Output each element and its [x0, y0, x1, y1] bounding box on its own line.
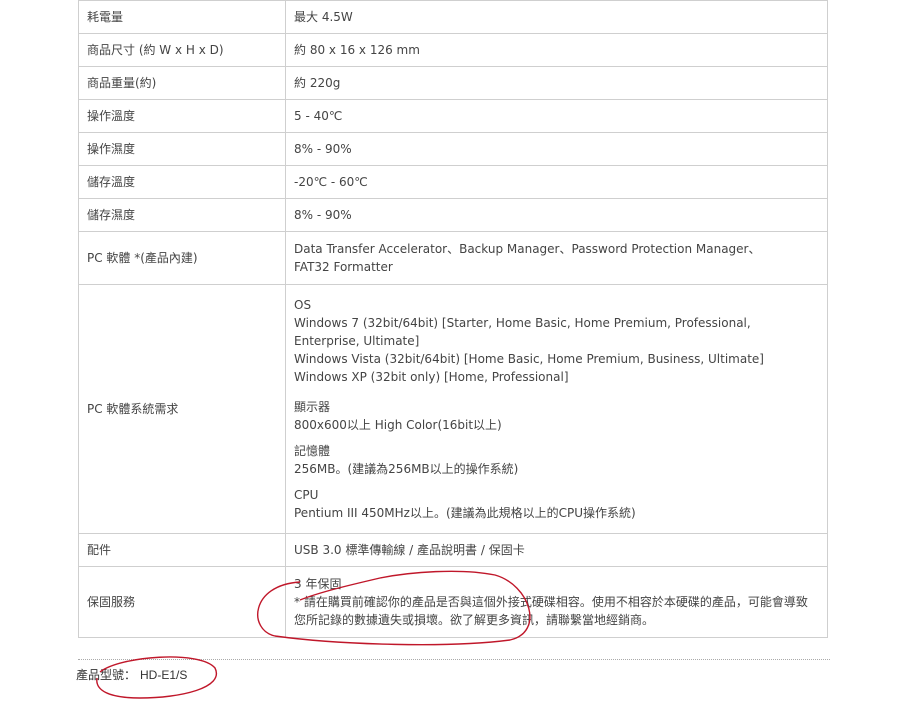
spec-value: 約 220g	[285, 66, 828, 100]
spec-value: 5 - 40℃	[285, 99, 828, 133]
os-requirements: OS Windows 7 (32bit/64bit) [Starter, Hom…	[294, 298, 764, 384]
spec-label: 配件	[78, 533, 286, 567]
product-model-label: 產品型號：	[76, 668, 137, 682]
table-row: PC 軟體系統需求 OS Windows 7 (32bit/64bit) [St…	[78, 284, 828, 534]
display-requirements: 顯示器 800x600以上 High Color(16bit以上)	[294, 400, 502, 432]
spec-value: 8% - 90%	[285, 132, 828, 166]
table-row: 儲存濕度 8% - 90%	[78, 198, 828, 232]
spec-value: 3 年保固 * 請在購買前確認你的產品是否與這個外接式硬碟相容。使用不相容於本硬…	[285, 566, 828, 638]
spec-value: OS Windows 7 (32bit/64bit) [Starter, Hom…	[285, 284, 828, 534]
table-row: 配件 USB 3.0 標準傳輸線 / 產品說明書 / 保固卡	[78, 533, 828, 567]
table-row: PC 軟體 *(產品內建) Data Transfer Accelerator、…	[78, 231, 828, 285]
spec-value: Data Transfer Accelerator、Backup Manager…	[285, 231, 828, 285]
table-row: 商品重量(約) 約 220g	[78, 66, 828, 100]
table-row: 商品尺寸 (約 W x H x D) 約 80 x 16 x 126 mm	[78, 33, 828, 67]
table-row: 操作濕度 8% - 90%	[78, 132, 828, 166]
table-row: 保固服務 3 年保固 * 請在購買前確認你的產品是否與這個外接式硬碟相容。使用不…	[78, 566, 828, 638]
spec-value: 約 80 x 16 x 126 mm	[285, 33, 828, 67]
table-row: 儲存溫度 -20℃ - 60℃	[78, 165, 828, 199]
software-list: Data Transfer Accelerator、Backup Manager…	[294, 242, 761, 274]
table-row: 耗電量 最大 4.5W	[78, 0, 828, 34]
spec-label: PC 軟體 *(產品內建)	[78, 231, 286, 285]
spec-label: 保固服務	[78, 566, 286, 638]
spec-value: 8% - 90%	[285, 198, 828, 232]
warranty-text: 3 年保固 * 請在購買前確認你的產品是否與這個外接式硬碟相容。使用不相容於本硬…	[294, 577, 808, 627]
dotted-divider	[78, 659, 830, 660]
spec-value: -20℃ - 60℃	[285, 165, 828, 199]
spec-label: 儲存溫度	[78, 165, 286, 199]
cpu-requirements: CPU Pentium III 450MHz以上。(建議為此規格以上的CPU操作…	[294, 488, 636, 520]
spec-label: 操作溫度	[78, 99, 286, 133]
memory-requirements: 記憶體 256MB。(建議為256MB以上的操作系統)	[294, 444, 519, 476]
product-model-value: HD-E1/S	[140, 668, 188, 682]
spec-label: 耗電量	[78, 0, 286, 34]
spec-label: 操作濕度	[78, 132, 286, 166]
spec-table: 耗電量 最大 4.5W 商品尺寸 (約 W x H x D) 約 80 x 16…	[78, 0, 828, 638]
spec-label: 商品尺寸 (約 W x H x D)	[78, 33, 286, 67]
product-model: 產品型號： HD-E1/S	[76, 666, 187, 683]
spec-label: 商品重量(約)	[78, 66, 286, 100]
spec-label: PC 軟體系統需求	[78, 284, 286, 534]
spec-value: USB 3.0 標準傳輸線 / 產品說明書 / 保固卡	[285, 533, 828, 567]
spec-value: 最大 4.5W	[285, 0, 828, 34]
spec-label: 儲存濕度	[78, 198, 286, 232]
table-row: 操作溫度 5 - 40℃	[78, 99, 828, 133]
